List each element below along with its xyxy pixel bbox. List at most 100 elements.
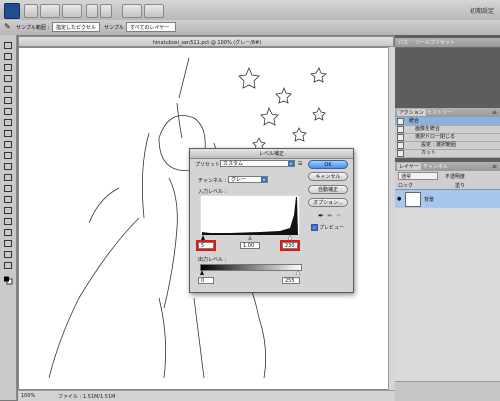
- screen-mode-button[interactable]: [144, 4, 164, 18]
- path-select-icon[interactable]: [3, 217, 13, 226]
- dodge-icon[interactable]: [3, 184, 13, 193]
- move-icon[interactable]: [3, 41, 13, 50]
- sample-size-label: サンプル範囲 :: [16, 25, 50, 31]
- layer-thumbnail: [405, 192, 421, 207]
- preview-label: プレビュー: [319, 225, 345, 231]
- history-brush-icon[interactable]: [3, 140, 13, 149]
- black-eyedropper-icon[interactable]: ✒: [318, 212, 324, 220]
- document-title: hinatubosi_sen511.pct @ 100% (グレー/8#): [152, 40, 262, 46]
- star-4: [260, 106, 279, 126]
- ok-button[interactable]: OK: [308, 160, 348, 169]
- output-white-field[interactable]: 255: [282, 277, 300, 284]
- action-item[interactable]: カット: [395, 149, 500, 158]
- tab-actions[interactable]: アクション: [397, 109, 426, 116]
- output-black-field[interactable]: 0: [198, 277, 214, 284]
- arrange-documents-button[interactable]: [122, 4, 142, 18]
- gamma-slider: [248, 235, 252, 240]
- star-6: [312, 107, 326, 121]
- lock-label: ロック: [398, 183, 414, 189]
- dialog-titlebar[interactable]: レベル補正: [190, 149, 353, 159]
- launch-bridge-button[interactable]: [24, 4, 38, 18]
- action-label: 統合: [409, 118, 420, 124]
- preview-checkbox[interactable]: ✓: [311, 224, 318, 231]
- blur-icon[interactable]: [3, 173, 13, 182]
- input-gamma-field[interactable]: 1.00: [240, 242, 260, 249]
- 3d-rotate-icon[interactable]: [3, 239, 13, 248]
- blend-mode-select[interactable]: 通常: [398, 172, 438, 180]
- zoom-tool-button[interactable]: [100, 4, 112, 18]
- file-size-readout: ファイル : 1.51M/1.51M: [58, 394, 116, 400]
- brush-icon[interactable]: [3, 118, 13, 127]
- tab-tool-presets[interactable]: ツールプリセット: [415, 39, 455, 46]
- action-toggle-checkbox[interactable]: [397, 118, 404, 125]
- visibility-eye-icon[interactable]: ●: [397, 196, 401, 202]
- document-tab[interactable]: hinatubosi_sen511.pct @ 100% (グレー/8#): [18, 36, 394, 47]
- action-label: 画像を統合: [415, 126, 441, 132]
- pen-icon[interactable]: [3, 195, 13, 204]
- workspace-switcher[interactable]: 初期設定: [470, 6, 494, 15]
- shape-icon[interactable]: [3, 228, 13, 237]
- sample-size-select[interactable]: 指定したピクセル: [52, 22, 100, 32]
- action-toggle-checkbox[interactable]: [397, 134, 404, 141]
- sample-layers-select[interactable]: すべてのレイヤー: [126, 22, 176, 32]
- marquee-icon[interactable]: [3, 52, 13, 61]
- action-toggle-checkbox[interactable]: [397, 142, 404, 149]
- hand-tool-button[interactable]: [86, 4, 98, 18]
- tab-history[interactable]: ヒストリー: [427, 109, 452, 116]
- hand-icon[interactable]: [3, 250, 13, 259]
- panel-menu-icon[interactable]: ≡: [492, 163, 497, 170]
- channel-value: グレー: [231, 177, 247, 183]
- levels-dialog: レベル補正 プリセット : カスタム ▾ ☰ チャンネル : グレー ▾ 入力レ…: [189, 148, 354, 293]
- action-toggle-checkbox[interactable]: [397, 126, 404, 133]
- action-toggle-checkbox[interactable]: [397, 150, 404, 157]
- outstretched-arm-lines: [88, 187, 120, 224]
- view-extras-button[interactable]: [40, 4, 60, 18]
- channel-select[interactable]: グレー ▾: [228, 176, 268, 183]
- highlight-box: [196, 240, 216, 251]
- star-3: [310, 67, 327, 83]
- zoom-readout[interactable]: 100%: [21, 393, 35, 399]
- layers-footer: [395, 381, 500, 401]
- photoshop-logo: [4, 3, 20, 19]
- output-sliders[interactable]: [200, 270, 300, 275]
- tools-panel: [0, 35, 17, 400]
- clone-stamp-icon[interactable]: [3, 129, 13, 138]
- highlight-box: [280, 240, 300, 251]
- output-white-slider: [295, 270, 300, 275]
- tab-channels[interactable]: チャンネル: [423, 163, 448, 170]
- panel-menu-icon[interactable]: ≡: [492, 109, 497, 116]
- action-label: カット: [421, 150, 437, 156]
- chevron-down-icon: ▾: [261, 177, 267, 182]
- star-5: [292, 127, 307, 142]
- type-icon[interactable]: [3, 206, 13, 215]
- output-black-slider: [200, 270, 204, 275]
- white-eyedropper-icon[interactable]: ✒: [336, 212, 342, 220]
- cape-left-lines: [48, 217, 140, 379]
- preset-select[interactable]: カスタム ▾: [220, 160, 295, 167]
- eraser-icon[interactable]: [3, 151, 13, 160]
- healing-brush-icon[interactable]: [3, 107, 13, 116]
- tab-layers[interactable]: レイヤー: [397, 163, 421, 170]
- eyedropper-icon[interactable]: [3, 96, 13, 105]
- star-2: [275, 86, 292, 104]
- layer-row-background[interactable]: ● 背景: [395, 189, 500, 209]
- zoom-icon[interactable]: [3, 261, 13, 270]
- tab-paths[interactable]: パス: [398, 39, 408, 46]
- crop-icon[interactable]: [3, 85, 13, 94]
- output-levels-label: 出力レベル :: [198, 257, 227, 263]
- input-levels-label: 入力レベル :: [198, 189, 227, 195]
- lasso-icon[interactable]: [3, 63, 13, 72]
- zoom-level-button[interactable]: [62, 4, 82, 18]
- eyedropper-tool-icon[interactable]: ✎: [4, 22, 11, 31]
- cancel-button[interactable]: キャンセル: [308, 172, 348, 181]
- magic-wand-icon[interactable]: [3, 74, 13, 83]
- auto-button[interactable]: 自動補正: [308, 185, 348, 194]
- action-label: 選択ドロー閉じる: [415, 134, 456, 140]
- gradient-icon[interactable]: [3, 162, 13, 171]
- preset-options-icon[interactable]: ☰: [298, 161, 302, 167]
- layers-controls: 通常 不透明度 ロック 塗り: [395, 171, 500, 189]
- gray-eyedropper-icon[interactable]: ✒: [327, 212, 333, 220]
- foreground-background-color-icon[interactable]: [3, 276, 13, 285]
- application-bar: 初期設定: [0, 0, 500, 21]
- options-button[interactable]: オプション...: [308, 198, 348, 207]
